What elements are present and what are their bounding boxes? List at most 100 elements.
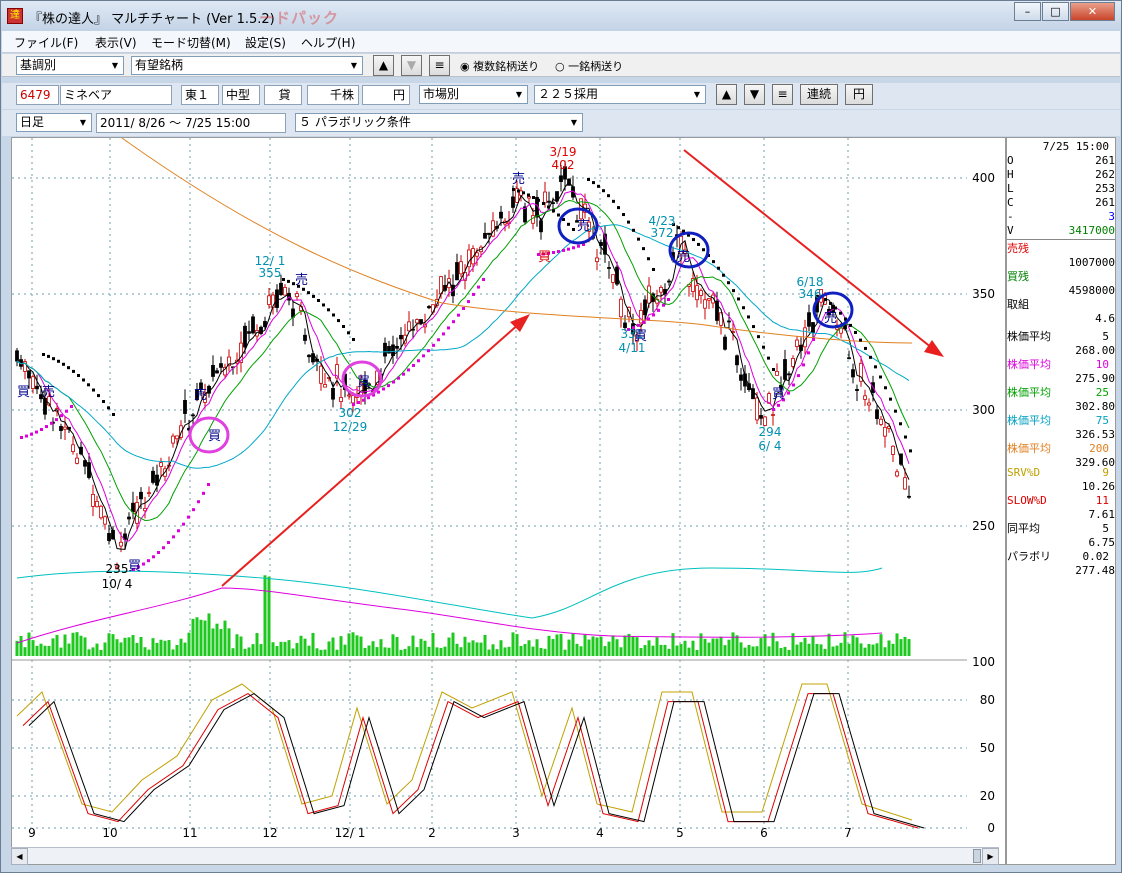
market-select[interactable]: 市場別 ▼ <box>419 85 528 104</box>
volume-bar <box>787 649 791 656</box>
volume-bar <box>687 647 691 656</box>
date-range[interactable]: 2011/ 8/26 ～ 7/25 15:00 <box>96 113 286 133</box>
candle-body <box>159 462 163 467</box>
title-bar[interactable]: 達 『株の達人』 マルチチャート (Ver 1.5.2) ードパック – □ ✕ <box>1 1 1121 31</box>
condition-select[interactable]: ５ パラボリック条件 ▼ <box>295 113 583 132</box>
info-volume: 3417000 <box>1068 224 1115 237</box>
candle-body <box>699 290 703 296</box>
candle-body <box>151 470 155 483</box>
parabolic-dot <box>47 354 50 358</box>
radio-single[interactable]: ○ 一銘柄送り <box>555 58 623 74</box>
chart-area[interactable]: 9 10 11 12 12/ 1 2 3 4 5 6 7 400 350 300 250 100 80 50 20 0… <box>11 137 1006 865</box>
volume-bar <box>151 638 155 656</box>
volume-bar <box>147 649 151 656</box>
signal-mark: 売 <box>677 249 690 265</box>
list-select[interactable]: 有望銘柄 ▼ <box>131 56 363 75</box>
volume-bar <box>859 643 863 656</box>
menu-view[interactable]: 表示(V) <box>95 34 137 51</box>
parabolic-dot <box>697 242 700 246</box>
stock-menu-button[interactable]: ≡ <box>772 84 793 105</box>
volume-bar <box>895 633 899 656</box>
volume-bar <box>23 647 27 656</box>
menu-settings[interactable]: 設定(S) <box>245 34 286 51</box>
price-annotation: 294 <box>759 425 782 439</box>
next-stock-button[interactable]: ▼ <box>744 84 765 105</box>
menu-file[interactable]: ファイル(F) <box>14 34 78 51</box>
volume-bar <box>47 645 51 656</box>
toolbar-stock: 6479 ミネベア 東１ 中型 貸 千株 円 市場別 ▼ ２２５採用 ▼ ▲ ▼ ≡… <box>2 83 1120 109</box>
volume-bar <box>719 636 723 656</box>
parabolic-dot <box>667 298 670 301</box>
volume-bar <box>827 633 831 656</box>
volume-bar <box>271 642 275 656</box>
parabolic-dot <box>197 500 200 504</box>
volume-bar <box>227 628 231 656</box>
radio-multi[interactable]: ◉ 複数銘柄送り <box>460 58 539 74</box>
volume-bar <box>363 647 367 656</box>
continuous-button[interactable]: 連続 <box>800 84 838 105</box>
volume-bar <box>251 644 255 656</box>
candle-body <box>103 516 107 525</box>
parabolic-dot <box>829 301 832 305</box>
scroll-left-button[interactable]: ◀ <box>11 848 28 865</box>
parabolic-dot <box>417 359 420 363</box>
parabolic-dot <box>60 414 63 418</box>
app-icon[interactable]: 達 <box>7 8 23 24</box>
parabolic-dot <box>452 320 455 324</box>
candle-body <box>867 402 871 406</box>
volume-bar <box>339 636 343 656</box>
volume-bar <box>335 649 339 656</box>
parabolic-dot <box>70 405 73 409</box>
candle-body <box>695 285 699 301</box>
parabolic-dot <box>97 394 100 398</box>
prev-stock-button[interactable]: ▲ <box>716 84 737 105</box>
signal-mark: 買 <box>772 387 785 402</box>
volume-bar <box>263 575 267 656</box>
yen-button[interactable]: 円 <box>845 84 873 105</box>
candle-body <box>543 191 547 204</box>
next-button[interactable]: ▼ <box>401 55 422 76</box>
scroll-right-button[interactable]: ▶ <box>982 848 999 865</box>
price-tick: 350 <box>972 287 995 301</box>
volume-bar <box>871 644 875 656</box>
scroll-thumb[interactable] <box>973 849 981 863</box>
app-window: 達 『株の達人』 マルチチャート (Ver 1.5.2) ードパック – □ ✕… <box>0 0 1122 873</box>
parabolic-dot <box>312 294 315 298</box>
candle-body <box>847 357 851 360</box>
close-button[interactable]: ✕ <box>1070 2 1115 21</box>
volume-bar <box>495 649 499 656</box>
parabolic-dot <box>67 366 70 370</box>
maximize-button[interactable]: □ <box>1042 2 1069 21</box>
volume-bar <box>567 639 571 656</box>
volume-bar <box>439 647 443 656</box>
candle-body <box>139 491 143 500</box>
parabolic-dot <box>552 251 555 254</box>
stock-code[interactable]: 6479 <box>16 85 59 105</box>
volume-bar <box>651 645 655 656</box>
menu-help[interactable]: ヘルプ(H) <box>301 34 355 51</box>
category-select[interactable]: 基調別 ▼ <box>16 56 124 75</box>
candle-body <box>107 533 111 541</box>
signal-mark: 売 <box>577 218 590 234</box>
prev-button[interactable]: ▲ <box>373 55 394 76</box>
parabolic-dot <box>899 422 902 426</box>
parabolic-dot <box>904 435 907 439</box>
parabolic-dot <box>642 247 645 251</box>
list-menu-button[interactable]: ≡ <box>429 55 450 76</box>
menu-mode[interactable]: モード切替(M) <box>151 34 231 51</box>
parabolic-dot <box>147 559 150 563</box>
parabolic-dot <box>717 266 720 270</box>
candle-body <box>499 211 503 219</box>
index-select[interactable]: ２２５採用 ▼ <box>534 85 706 104</box>
candle-body <box>131 502 135 513</box>
volume-bar <box>487 649 491 656</box>
ma25-line <box>16 199 910 522</box>
horizontal-scrollbar[interactable]: ◀ ▶ <box>11 847 999 865</box>
period-select[interactable]: 日足 ▼ <box>16 113 92 132</box>
volume-bar <box>655 637 659 656</box>
minimize-button[interactable]: – <box>1014 2 1041 21</box>
parabolic-dot <box>30 432 33 436</box>
price-annotation: 3/19 <box>550 145 577 159</box>
stock-chart[interactable]: 9 10 11 12 12/ 1 2 3 4 5 6 74003503002501008050200… <box>12 138 1005 848</box>
watermark: ードパック <box>259 9 340 27</box>
